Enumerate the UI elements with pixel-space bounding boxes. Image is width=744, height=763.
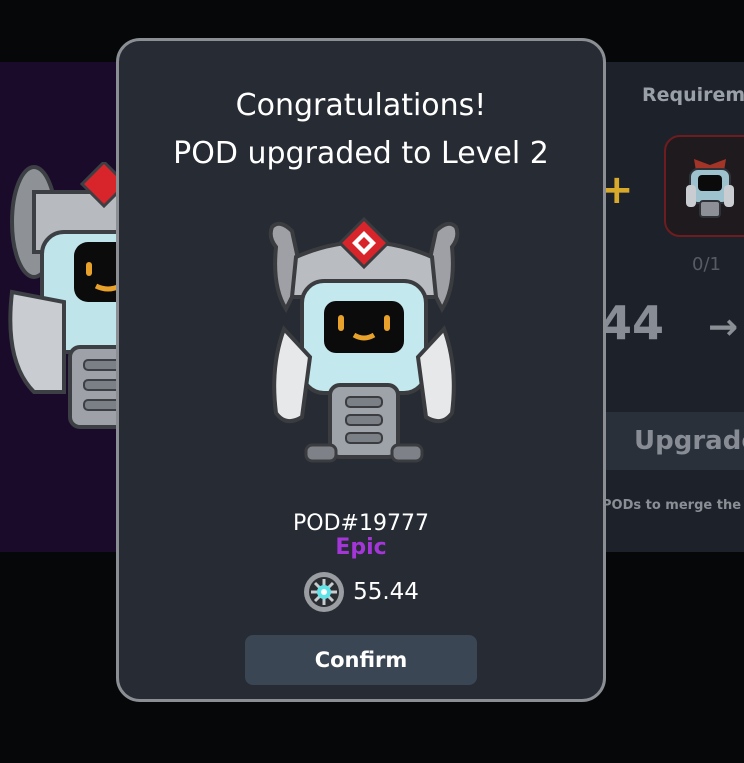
merge-note: PODs to merge the <box>602 498 742 513</box>
token-coin-icon <box>304 572 345 612</box>
pod-thumbnail-icon <box>686 159 734 218</box>
requirement-pod-slot[interactable] <box>664 135 744 237</box>
pod-value: 55.44 <box>353 579 419 605</box>
pod-value-row: 55.44 <box>119 571 603 613</box>
pod-robot-icon <box>268 217 460 463</box>
requirement-count: 0/1 <box>692 254 721 275</box>
pod-rarity: Epic <box>335 535 387 560</box>
pod-name: POD#19777 <box>293 511 429 536</box>
upgrade-success-modal: Congratulations! POD upgraded to Level 2… <box>116 38 606 702</box>
current-value: 44 <box>600 296 665 350</box>
upgrade-button[interactable]: Upgrade <box>606 412 744 470</box>
left-pod-panel <box>0 62 144 552</box>
arrow-right-icon: → <box>708 307 739 348</box>
modal-subtitle: POD upgraded to Level 2 <box>173 136 549 171</box>
modal-title: Congratulations! <box>235 88 487 123</box>
requirements-heading: Requirem <box>642 84 744 106</box>
confirm-button[interactable]: Confirm <box>245 635 477 685</box>
